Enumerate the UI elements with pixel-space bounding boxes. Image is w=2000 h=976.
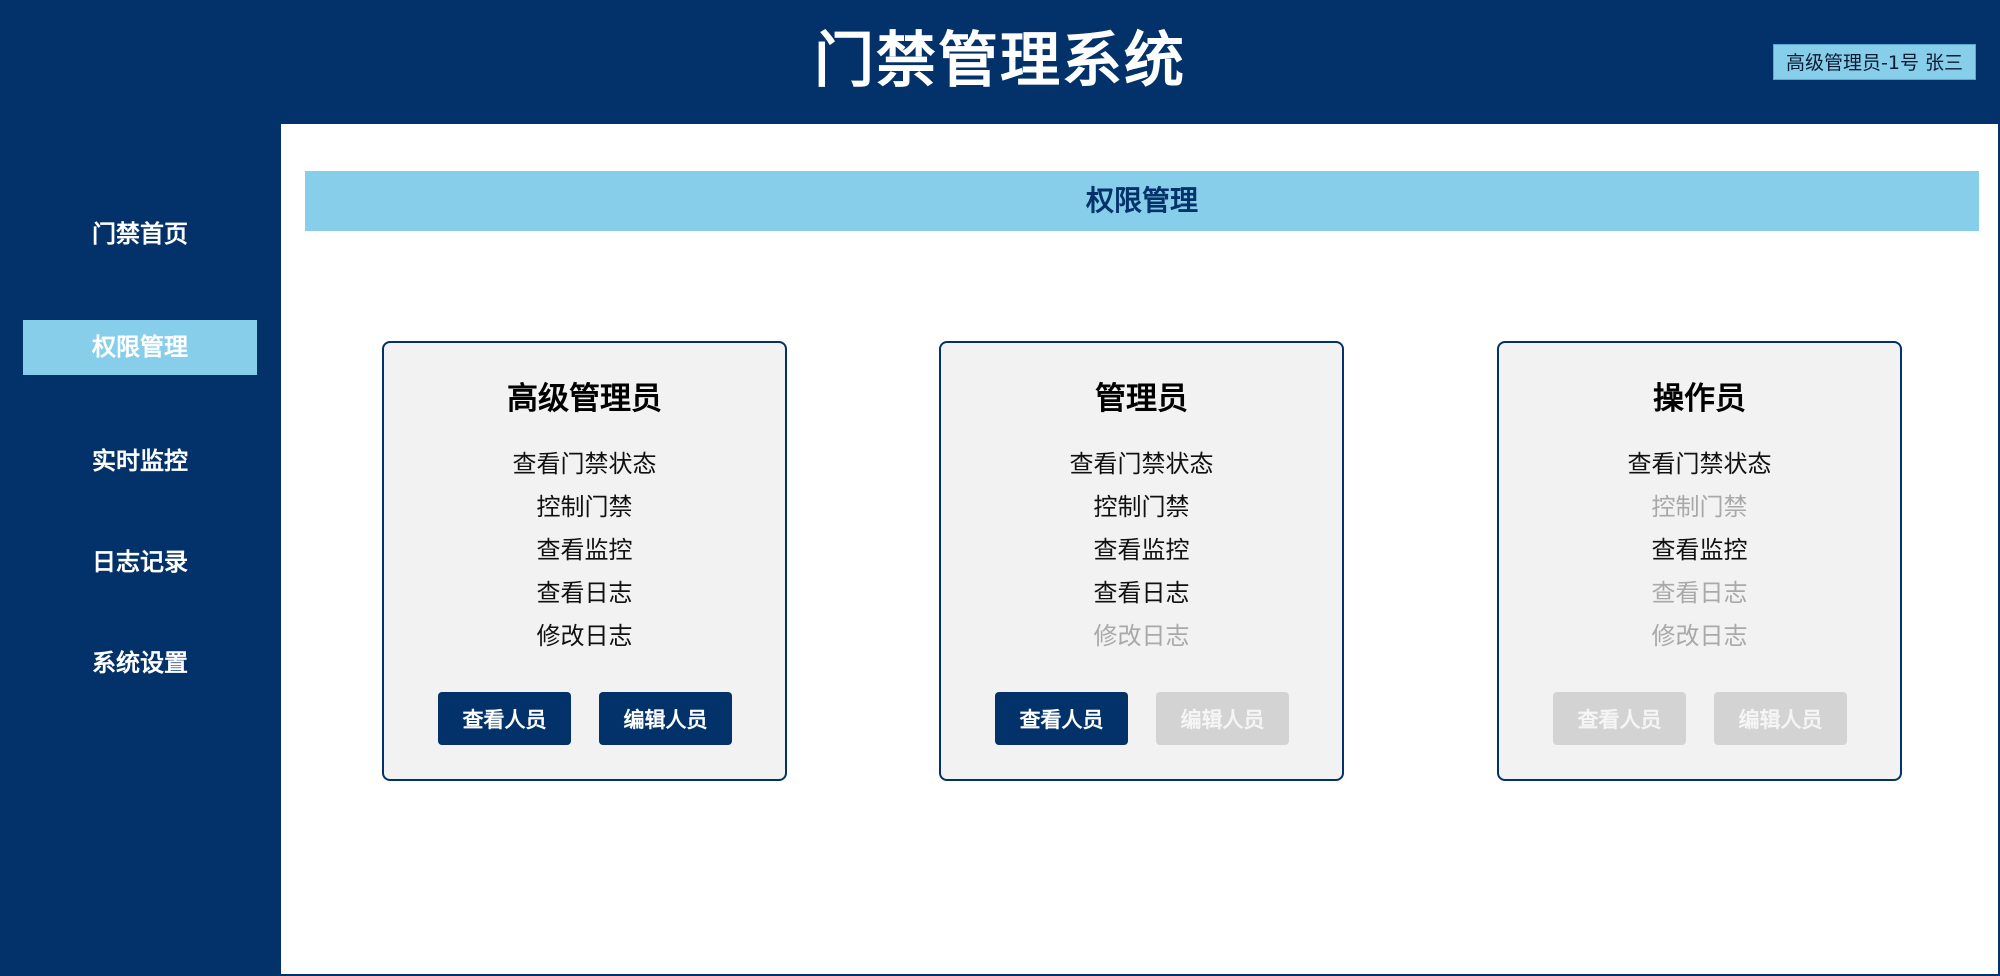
sidebar-item-label: 系统设置 (92, 649, 188, 677)
section-title: 权限管理 (305, 171, 1979, 231)
permission-item: 查看日志 (1093, 579, 1190, 607)
permission-item: 查看门禁状态 (512, 450, 657, 478)
role-card-operator: 操作员 查看门禁状态 控制门禁 查看监控 查看日志 修改日志 查看人员 编辑人员 (1497, 341, 1902, 781)
permission-list: 查看门禁状态 控制门禁 查看监控 查看日志 修改日志 (941, 443, 1342, 658)
edit-personnel-button[interactable]: 编辑人员 (599, 692, 732, 745)
view-personnel-button[interactable]: 查看人员 (995, 692, 1128, 745)
header: 门禁管理系统 高级管理员-1号 张三 (0, 0, 2000, 124)
sidebar-item-label: 实时监控 (92, 447, 188, 475)
edit-personnel-button-disabled: 编辑人员 (1156, 692, 1289, 745)
permission-item: 查看监控 (536, 536, 633, 564)
sidebar-item-home[interactable]: 门禁首页 (23, 207, 257, 262)
view-personnel-button-disabled: 查看人员 (1553, 692, 1686, 745)
permission-item: 修改日志 (536, 622, 633, 650)
role-title: 高级管理员 (507, 381, 662, 417)
sidebar-item-permissions[interactable]: 权限管理 (23, 320, 257, 375)
sidebar-item-settings[interactable]: 系统设置 (23, 636, 257, 691)
role-card-admin: 管理员 查看门禁状态 控制门禁 查看监控 查看日志 修改日志 查看人员 编辑人员 (939, 341, 1344, 781)
permission-item-disabled: 控制门禁 (1651, 493, 1748, 521)
sidebar: 门禁首页 权限管理 实时监控 日志记录 系统设置 (0, 124, 281, 976)
permission-item: 查看日志 (536, 579, 633, 607)
sidebar-item-label: 权限管理 (92, 333, 188, 361)
app-title: 门禁管理系统 (814, 26, 1186, 96)
role-card-senior-admin: 高级管理员 查看门禁状态 控制门禁 查看监控 查看日志 修改日志 查看人员 编辑… (382, 341, 787, 781)
permission-item: 查看门禁状态 (1627, 450, 1772, 478)
permission-item: 控制门禁 (1093, 493, 1190, 521)
permission-item-disabled: 修改日志 (1651, 622, 1748, 650)
permission-item-disabled: 修改日志 (1093, 622, 1190, 650)
permission-list: 查看门禁状态 控制门禁 查看监控 查看日志 修改日志 (384, 443, 785, 658)
main-content: 权限管理 高级管理员 查看门禁状态 控制门禁 查看监控 查看日志 修改日志 查看… (281, 124, 1998, 974)
permission-item: 查看监控 (1651, 536, 1748, 564)
sidebar-item-logs[interactable]: 日志记录 (23, 535, 257, 590)
permission-list: 查看门禁状态 控制门禁 查看监控 查看日志 修改日志 (1499, 443, 1900, 658)
permission-item: 控制门禁 (536, 493, 633, 521)
permission-item-disabled: 查看日志 (1651, 579, 1748, 607)
sidebar-item-monitoring[interactable]: 实时监控 (23, 434, 257, 489)
sidebar-item-label: 日志记录 (92, 548, 188, 576)
view-personnel-button[interactable]: 查看人员 (438, 692, 571, 745)
role-title: 操作员 (1653, 381, 1746, 417)
sidebar-item-label: 门禁首页 (92, 220, 188, 248)
permission-item: 查看监控 (1093, 536, 1190, 564)
edit-personnel-button-disabled: 编辑人员 (1714, 692, 1847, 745)
user-badge[interactable]: 高级管理员-1号 张三 (1773, 44, 1976, 80)
permission-item: 查看门禁状态 (1069, 450, 1214, 478)
role-title: 管理员 (1095, 381, 1188, 417)
app-window: 门禁管理系统 高级管理员-1号 张三 门禁首页 权限管理 实时监控 日志记录 系… (0, 0, 2000, 976)
